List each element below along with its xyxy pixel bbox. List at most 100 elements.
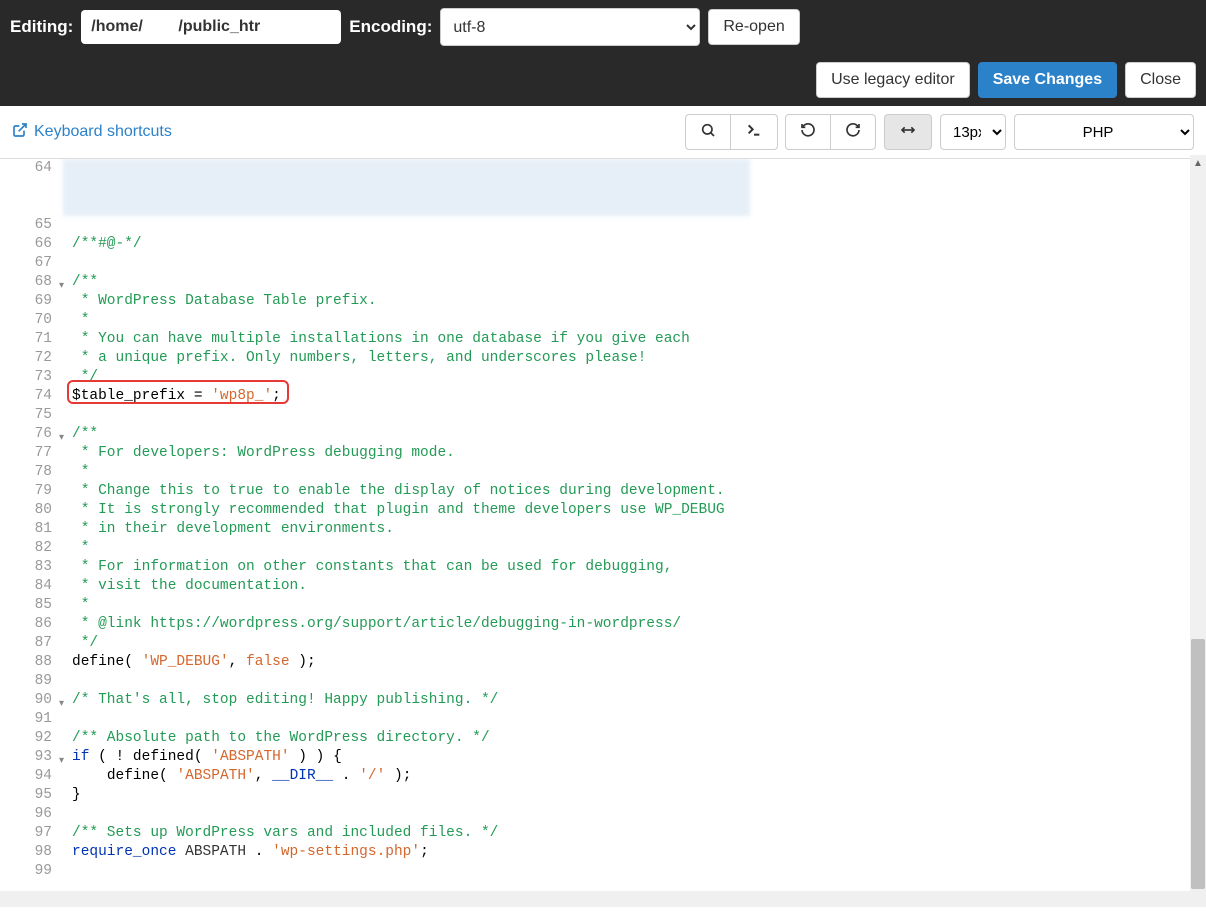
terminal-button[interactable] (730, 114, 778, 150)
code-line[interactable] (66, 216, 790, 235)
code-line[interactable] (66, 672, 790, 691)
fold-icon[interactable]: ▾ (54, 429, 64, 439)
external-link-icon (12, 122, 28, 143)
line-number: 69 (0, 292, 66, 311)
line-number: 96 (0, 805, 66, 824)
reopen-button[interactable]: Re-open (708, 9, 799, 45)
legacy-editor-button[interactable]: Use legacy editor (816, 62, 970, 98)
line-number: 95 (0, 786, 66, 805)
search-button[interactable] (685, 114, 731, 150)
header-bar: Editing: Encoding: utf-8 Re-open Use leg… (0, 0, 1206, 106)
editing-label: Editing: (10, 17, 73, 37)
line-number: 91 (0, 710, 66, 729)
code-line[interactable] (66, 862, 790, 881)
code-line[interactable]: /** (66, 273, 790, 292)
search-icon (700, 122, 716, 143)
horizontal-scrollbar[interactable] (0, 891, 1190, 907)
line-number: 92 (0, 729, 66, 748)
line-number: 83 (0, 558, 66, 577)
code-line[interactable]: * For information on other constants tha… (66, 558, 790, 577)
code-line[interactable]: /**#@-*/ (66, 235, 790, 254)
code-line[interactable]: */ (66, 634, 790, 653)
code-line[interactable] (66, 406, 790, 425)
code-line[interactable]: * a unique prefix. Only numbers, letters… (66, 349, 790, 368)
code-line[interactable]: /* That's all, stop editing! Happy publi… (66, 691, 790, 710)
file-path-input[interactable] (81, 10, 341, 44)
code-line[interactable]: /** Sets up WordPress vars and included … (66, 824, 790, 843)
redacted-region (63, 159, 750, 216)
fold-icon[interactable]: ▾ (54, 277, 64, 287)
line-number: 78 (0, 463, 66, 482)
redo-button[interactable] (830, 114, 876, 150)
fold-icon[interactable]: ▾ (54, 752, 64, 762)
scrollbar-thumb[interactable] (1191, 639, 1205, 889)
line-number: 98 (0, 843, 66, 862)
code-line[interactable]: * Change this to true to enable the disp… (66, 482, 790, 501)
code-line[interactable]: * (66, 463, 790, 482)
line-number: 87 (0, 634, 66, 653)
code-line[interactable]: * For developers: WordPress debugging mo… (66, 444, 790, 463)
code-line[interactable]: if ( ! defined( 'ABSPATH' ) ) { (66, 748, 790, 767)
fold-icon[interactable]: ▾ (54, 695, 64, 705)
code-editor[interactable]: 64656667▾6869707172737475▾76777879808182… (0, 159, 790, 911)
editor-area: 64656667▾6869707172737475▾76777879808182… (0, 159, 1206, 911)
line-number: 71 (0, 330, 66, 349)
save-changes-button[interactable]: Save Changes (978, 62, 1117, 98)
line-number: 94 (0, 767, 66, 786)
redo-icon (845, 122, 861, 143)
keyboard-shortcuts-link[interactable]: Keyboard shortcuts (12, 122, 172, 143)
code-line[interactable]: define( 'ABSPATH', __DIR__ . '/' ); (66, 767, 790, 786)
line-number: 81 (0, 520, 66, 539)
code-line[interactable]: * You can have multiple installations in… (66, 330, 790, 349)
wrap-toggle-button[interactable] (884, 114, 932, 150)
code-line[interactable]: * visit the documentation. (66, 577, 790, 596)
terminal-icon (745, 122, 763, 143)
line-number: 89 (0, 672, 66, 691)
code-line[interactable]: define( 'WP_DEBUG', false ); (66, 653, 790, 672)
code-line[interactable]: $table_prefix = 'wp8p_'; (66, 387, 790, 406)
code-line[interactable]: } (66, 786, 790, 805)
code-line[interactable]: * WordPress Database Table prefix. (66, 292, 790, 311)
code-line[interactable]: * (66, 539, 790, 558)
code-content[interactable]: /**#@-*/ /** * WordPress Database Table p… (66, 159, 790, 881)
code-line[interactable]: */ (66, 368, 790, 387)
code-line[interactable]: * It is strongly recommended that plugin… (66, 501, 790, 520)
line-number-gutter: 64656667▾6869707172737475▾76777879808182… (0, 159, 66, 881)
line-number: 66 (0, 235, 66, 254)
language-select[interactable]: PHP (1014, 114, 1194, 150)
font-size-select[interactable]: 13px (940, 114, 1006, 150)
code-line[interactable] (66, 805, 790, 824)
line-number: 74 (0, 387, 66, 406)
line-number: 73 (0, 368, 66, 387)
keyboard-shortcuts-label: Keyboard shortcuts (34, 123, 172, 141)
line-number: 88 (0, 653, 66, 672)
wrap-icon (899, 122, 917, 143)
code-line[interactable]: * @link https://wordpress.org/support/ar… (66, 615, 790, 634)
encoding-select[interactable]: utf-8 (440, 8, 700, 46)
line-number: 79 (0, 482, 66, 501)
code-line[interactable]: * (66, 596, 790, 615)
line-number: 97 (0, 824, 66, 843)
line-number: 65 (0, 216, 66, 235)
code-line[interactable]: /** (66, 425, 790, 444)
line-number: 85 (0, 596, 66, 615)
vertical-scrollbar[interactable]: ▲ (1190, 155, 1206, 891)
code-line[interactable]: /** Absolute path to the WordPress direc… (66, 729, 790, 748)
line-number: 67 (0, 254, 66, 273)
code-line[interactable]: * in their development environments. (66, 520, 790, 539)
line-number: 72 (0, 349, 66, 368)
line-number: 75 (0, 406, 66, 425)
line-number: 70 (0, 311, 66, 330)
line-number: 86 (0, 615, 66, 634)
code-line[interactable]: require_once ABSPATH . 'wp-settings.php'… (66, 843, 790, 862)
code-line[interactable] (66, 710, 790, 729)
close-button[interactable]: Close (1125, 62, 1196, 98)
line-number: 84 (0, 577, 66, 596)
line-number: 80 (0, 501, 66, 520)
line-number: 99 (0, 862, 66, 881)
code-line[interactable] (66, 254, 790, 273)
undo-button[interactable] (785, 114, 831, 150)
scroll-up-icon[interactable]: ▲ (1190, 155, 1206, 171)
editor-toolbar: Keyboard shortcuts 13px PHP (0, 106, 1206, 159)
code-line[interactable]: * (66, 311, 790, 330)
